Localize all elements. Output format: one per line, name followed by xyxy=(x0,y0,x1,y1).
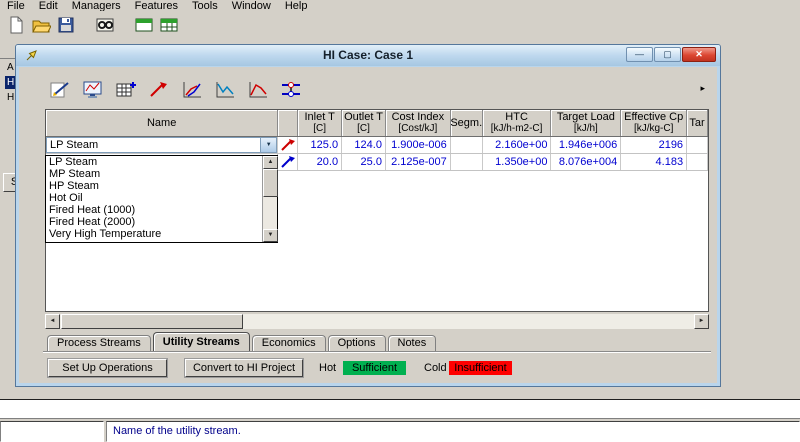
menu-file[interactable]: File xyxy=(0,0,32,11)
dropdown-scrollbar[interactable]: ▲ ▼ xyxy=(262,156,278,242)
window-title: HI Case: Case 1 xyxy=(322,48,414,62)
window-content: ▸ Name Inlet T [C] Outlet T [C] Cost Index… xyxy=(19,67,717,383)
column-header-target-clipped: Tar xyxy=(687,110,708,136)
cell-inlet-t[interactable]: 125.0 xyxy=(298,137,343,153)
statusbar-hint: Name of the utility stream. xyxy=(106,421,800,442)
app-toolbar xyxy=(0,12,800,38)
new-document-icon[interactable] xyxy=(3,14,28,37)
dropdown-scroll-thumb[interactable] xyxy=(263,169,278,197)
workbook-icon[interactable] xyxy=(92,14,117,37)
hot-label: Hot xyxy=(319,362,337,374)
title-bar[interactable]: HI Case: Case 1 — ▢ ✕ xyxy=(16,45,720,66)
cell-effective-cp[interactable]: 2196 xyxy=(621,137,688,153)
tab-economics[interactable]: Economics xyxy=(251,335,326,351)
cell-outlet-t[interactable]: 124.0 xyxy=(342,137,386,153)
scroll-left-icon[interactable]: ◄ xyxy=(45,314,60,329)
column-header-cost-index: Cost Index [Cost/kJ] xyxy=(386,110,451,136)
cell-htc[interactable]: 1.350e+00 xyxy=(483,154,552,170)
menu-managers[interactable]: Managers xyxy=(65,0,128,11)
pen-icon[interactable] xyxy=(47,78,73,102)
hot-status-badge: Sufficient xyxy=(343,361,406,375)
stream-arrow-icon[interactable] xyxy=(146,78,172,102)
column-header-htc: HTC [kJ/h-m2-C] xyxy=(483,110,552,136)
column-header-inlet-t: Inlet T [C] xyxy=(298,110,343,136)
menu-window[interactable]: Window xyxy=(225,0,278,11)
dropdown-option-lp-steam[interactable]: LP Steam xyxy=(46,156,262,168)
column-header-target-load: Target Load [kJ/h] xyxy=(551,110,622,136)
scroll-up-icon[interactable]: ▲ xyxy=(263,156,278,169)
cold-label: Cold xyxy=(424,362,447,374)
set-up-operations-button[interactable]: Set Up Operations xyxy=(48,359,167,377)
application-window: File Edit Managers Features Tools Window Help … xyxy=(0,0,800,442)
menu-edit[interactable]: Edit xyxy=(32,0,65,11)
cell-segm[interactable] xyxy=(451,137,483,153)
cell-target-load[interactable]: 1.946e+006 xyxy=(551,137,622,153)
column-header-name: Name xyxy=(46,110,279,136)
table-hscrollbar[interactable]: ◄ ► xyxy=(45,314,709,329)
name-cell: LP Steam ▼ xyxy=(46,137,279,153)
tab-options[interactable]: Options xyxy=(327,335,386,351)
cell-target-load[interactable]: 8.076e+004 xyxy=(551,154,622,170)
toolbar-overflow-icon[interactable]: ▸ xyxy=(700,83,705,94)
hscroll-thumb[interactable] xyxy=(61,314,243,329)
driving-force-icon[interactable] xyxy=(245,78,271,102)
dropdown-option-hp-steam[interactable]: HP Steam xyxy=(46,180,262,192)
table-row-lp-steam: LP Steam ▼ 125.0 124.0 1.900e-006 2.160e… xyxy=(46,137,708,154)
dropdown-option-fired-heat-2000[interactable]: Fired Heat (2000) xyxy=(46,216,262,228)
cell-cost-index[interactable]: 2.125e-007 xyxy=(386,154,451,170)
tab-notes[interactable]: Notes xyxy=(387,335,437,351)
combobox-dropdown-icon[interactable]: ▼ xyxy=(260,138,277,152)
cell-segm[interactable] xyxy=(451,154,483,170)
dropdown-option-mp-steam[interactable]: MP Steam xyxy=(46,168,262,180)
column-header-outlet-t: Outlet T [C] xyxy=(342,110,386,136)
hot-stream-icon xyxy=(278,137,299,153)
open-folder-icon[interactable] xyxy=(28,14,53,37)
tab-process-streams[interactable]: Process Streams xyxy=(47,335,151,351)
scroll-down-icon[interactable]: ▼ xyxy=(263,229,278,242)
tab-utility-streams[interactable]: Utility Streams xyxy=(152,332,250,351)
tab-strip: Process Streams Utility Streams Economic… xyxy=(47,332,438,351)
grand-composite-icon[interactable] xyxy=(212,78,238,102)
column-header-marker xyxy=(278,110,299,136)
table-header-row: Name Inlet T [C] Outlet T [C] Cost Index [C… xyxy=(46,110,708,137)
convert-to-hi-project-button[interactable]: Convert to HI Project xyxy=(185,359,303,377)
cold-status-badge: Insufficient xyxy=(449,361,512,375)
menu-features[interactable]: Features xyxy=(128,0,185,11)
plot-monitor-icon[interactable] xyxy=(80,78,106,102)
cold-stream-icon xyxy=(278,154,299,170)
hi-case-window: HI Case: Case 1 — ▢ ✕ ▸ Name Inlet T [C]… xyxy=(15,44,721,387)
cell-inlet-t[interactable]: 20.0 xyxy=(298,154,343,170)
table-add-icon[interactable] xyxy=(113,78,139,102)
column-header-effective-cp: Effective Cp [kJ/kg-C] xyxy=(621,110,688,136)
menu-tools[interactable]: Tools xyxy=(185,0,225,11)
cell-target-clipped[interactable] xyxy=(687,154,708,170)
green-window-icon[interactable] xyxy=(131,14,156,37)
cell-target-clipped[interactable] xyxy=(687,137,708,153)
utility-name-combobox[interactable]: LP Steam ▼ xyxy=(46,137,278,153)
exchanger-network-icon[interactable] xyxy=(278,78,304,102)
minimize-button[interactable]: — xyxy=(626,47,653,62)
close-button[interactable]: ✕ xyxy=(682,47,716,62)
dropdown-option-very-high-temperature[interactable]: Very High Temperature xyxy=(46,228,262,240)
tab-divider xyxy=(43,351,711,353)
utility-dropdown-list: LP Steam MP Steam HP Steam Hot Oil Fired… xyxy=(45,155,278,243)
bottom-field xyxy=(0,399,800,419)
hi-case-toolbar xyxy=(47,77,304,103)
maximize-button[interactable]: ▢ xyxy=(654,47,681,62)
dropdown-option-hot-oil[interactable]: Hot Oil xyxy=(46,192,262,204)
combobox-value[interactable]: LP Steam xyxy=(47,138,260,152)
column-header-segm: Segm. xyxy=(451,110,483,136)
scroll-right-icon[interactable]: ► xyxy=(694,314,709,329)
cell-outlet-t[interactable]: 25.0 xyxy=(342,154,386,170)
cell-htc[interactable]: 2.160e+00 xyxy=(483,137,552,153)
statusbar-left-pane xyxy=(0,421,104,442)
dropdown-option-fired-heat-1000[interactable]: Fired Heat (1000) xyxy=(46,204,262,216)
menu-help[interactable]: Help xyxy=(278,0,315,11)
cell-cost-index[interactable]: 1.900e-006 xyxy=(386,137,451,153)
save-icon[interactable] xyxy=(53,14,78,37)
cell-effective-cp[interactable]: 4.183 xyxy=(621,154,688,170)
composite-curves-icon[interactable] xyxy=(179,78,205,102)
green-grid-window-icon[interactable] xyxy=(156,14,181,37)
menu-bar: File Edit Managers Features Tools Window Help xyxy=(0,0,800,11)
